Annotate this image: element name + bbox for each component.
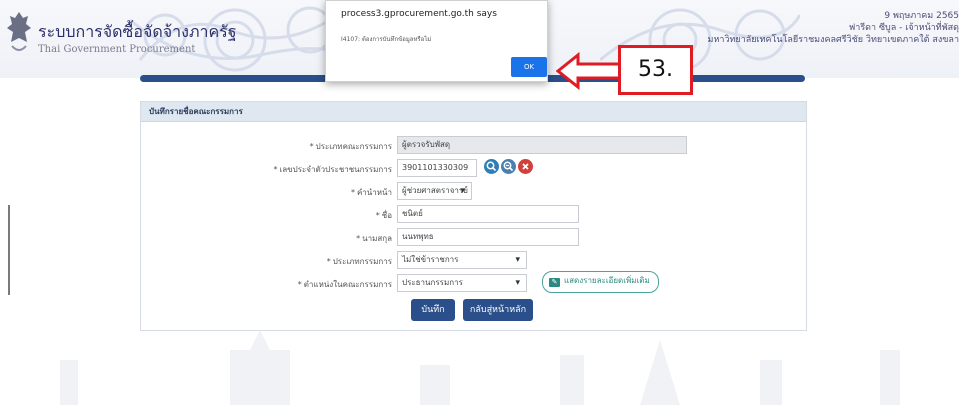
last-name-label: * นามสกุล [356,234,392,243]
search-list-icon[interactable] [501,159,516,174]
clear-icon[interactable] [518,159,533,174]
position-select[interactable]: ประธานกรรมการ [397,274,527,292]
user-name: ฟารีดา ซีบูล - เจ้าหน้าที่พัสดุ [848,23,959,33]
row-member-type: * ประเภทกรรมการ ไม่ใช่ข้าราชการ [141,251,806,271]
committee-type-label: * ประเภทคณะกรรมการ [309,142,392,151]
user-info: 9 พฤษภาคม 2565 ฟารีดา ซีบูล - เจ้าหน้าที… [708,10,959,46]
row-national-id: * เลขประจำตัวประชาชนกรรมการ 3901101330309 [141,159,806,179]
row-prefix: * คำนำหน้า ผู้ช่วยศาสตราจารย์ [141,182,806,202]
row-committee-type: * ประเภทคณะกรรมการ ผู้ตรวจรับพัสดุ [141,136,806,156]
prefix-label: * คำนำหน้า [350,188,392,197]
save-button[interactable]: บันทึก [411,299,455,321]
back-to-main-button[interactable]: กลับสู่หน้าหลัก [463,299,533,321]
panel-title: บันทึกรายชื่อคณะกรรมการ [141,102,806,122]
ok-button[interactable]: OK [511,57,547,77]
prefix-select[interactable]: ผู้ช่วยศาสตราจารย์ [397,182,472,200]
current-date: 9 พฤษภาคม 2565 [884,11,959,21]
row-last-name: * นามสกุล นนทพุทธ [141,228,806,248]
edit-icon: ✎ [549,278,560,287]
skyline-watermark [60,330,900,405]
member-type-label: * ประเภทกรรมการ [326,257,392,266]
member-type-select[interactable]: ไม่ใช่ข้าราชการ [397,251,527,269]
first-name-input[interactable]: ชนิตย์ [397,205,579,223]
site-subtitle: Thai Government Procurement [38,44,196,55]
annotation-arrow-icon [556,52,622,90]
user-organization: มหาวิทยาลัยเทคโนโลยีราชมงคลศรีวิชัย วิทย… [707,35,959,45]
left-edge-mark [8,205,10,295]
required-mark: * [309,142,314,151]
step-callout: 53. [618,45,693,95]
garuda-logo-icon [7,12,31,51]
national-id-label: * เลขประจำตัวประชาชนกรรมการ [273,165,392,174]
search-icon[interactable] [484,159,499,174]
committee-form-panel: บันทึกรายชื่อคณะกรรมการ * ประเภทคณะกรรมกา… [140,101,807,331]
position-label: * ตำแหน่งในคณะกรรมการ [297,280,392,289]
row-position: *ตำแหน่งในคณะกรรมการ ประธานกรรมการ ✎แสดง… [141,271,806,294]
last-name-input[interactable]: นนทพุทธ [397,228,579,246]
national-id-input[interactable]: 3901101330309 [397,159,477,177]
dialog-title: process3.gprocurement.go.th says [341,9,497,19]
row-first-name: * ชื่อ ชนิตย์ [141,205,806,225]
committee-type-field: ผู้ตรวจรับพัสดุ [397,136,687,154]
more-details-button[interactable]: ✎ แสดงรายละเอียดเพิ่มเติม [542,271,659,293]
site-title: ระบบการจัดซื้อจัดจ้างภาครัฐ [38,22,237,41]
confirm-dialog: process3.gprocurement.go.th says I4107: … [325,0,548,82]
first-name-label: * ชื่อ [375,211,392,220]
dialog-message: I4107: ต้องการบันทึกข้อมูลหรือไม่ [341,36,432,43]
